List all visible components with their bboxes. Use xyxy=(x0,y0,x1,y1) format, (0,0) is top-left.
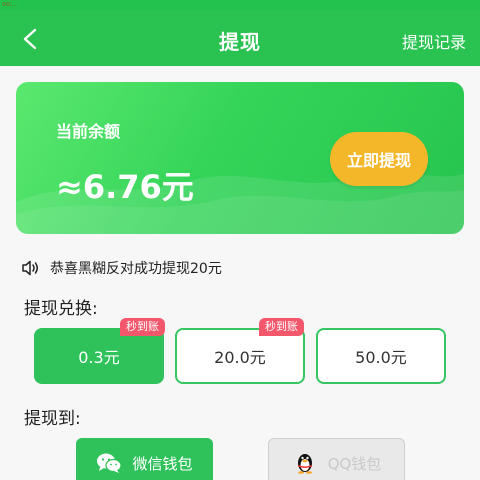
instant-arrival-badge: 秒到账 xyxy=(259,318,304,336)
qq-penguin-icon xyxy=(297,454,312,474)
wechat-icon xyxy=(97,453,123,473)
notice-text: 恭喜黑糊反对成功提现20元 xyxy=(50,261,222,277)
balance-label: 当前余额 xyxy=(56,122,121,141)
amount-option-20[interactable]: 20.0元 xyxy=(175,328,305,384)
status-bar: oo... xyxy=(0,0,480,10)
speaker-icon xyxy=(22,260,38,276)
amount-option-0-3[interactable]: 0.3元 xyxy=(34,328,164,384)
balance-amount: ≈6.76元 xyxy=(56,168,194,206)
withdraw-now-button[interactable]: 立即提现 xyxy=(330,132,428,186)
qq-wallet-button[interactable]: QQ钱包 xyxy=(268,438,405,480)
instant-arrival-badge: 秒到账 xyxy=(120,318,165,336)
withdraw-history-link[interactable]: 提现记录 xyxy=(402,29,466,53)
wechat-wallet-button[interactable]: 微信钱包 xyxy=(76,438,213,480)
wechat-wallet-label: 微信钱包 xyxy=(132,454,193,473)
withdraw-notice: 恭喜黑糊反对成功提现20元 xyxy=(22,258,222,278)
status-text: oo... xyxy=(2,0,18,8)
exchange-section-label: 提现兑换: xyxy=(24,299,98,319)
top-app-bar: 提现 提现记录 xyxy=(0,10,480,66)
qq-wallet-label: QQ钱包 xyxy=(327,454,382,473)
amount-option-50[interactable]: 50.0元 xyxy=(316,328,446,384)
destination-section-label: 提现到: xyxy=(24,409,81,429)
balance-card: 当前余额 ≈6.76元 立即提现 xyxy=(16,82,464,234)
